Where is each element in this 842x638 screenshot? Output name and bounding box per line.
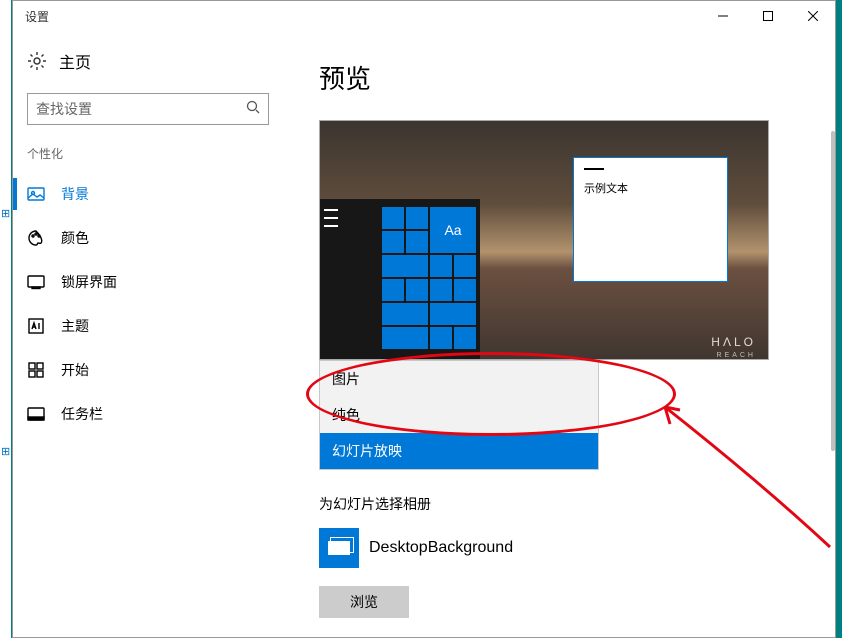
scrollbar[interactable] [821,31,835,637]
palette-icon [27,229,45,247]
taskbar-icon [27,405,45,423]
close-button[interactable] [790,1,835,31]
browse-button[interactable]: 浏览 [319,586,409,618]
search-field[interactable] [36,101,246,117]
album-name: DesktopBackground [369,539,513,557]
sidebar-item-label: 任务栏 [61,404,103,424]
sidebar: 主页 个性化 背景 颜色 [13,31,283,637]
sidebar-item-label: 主题 [61,316,89,336]
album-folder-icon [319,528,359,568]
picture-icon [27,185,45,203]
album-row[interactable]: DesktopBackground [319,522,769,574]
settings-window: 设置 主页 个性化 [12,0,836,638]
sidebar-item-taskbar[interactable]: 任务栏 [13,392,283,436]
background-type-dropdown[interactable]: 图片 纯色 幻灯片放映 [319,360,599,470]
gear-icon [27,51,47,71]
sidebar-item-lockscreen[interactable]: 锁屏界面 [13,260,283,304]
wallpaper-preview: Aa 示例文本 HΛLO REACH [319,120,769,360]
sidebar-item-label: 锁屏界面 [61,272,117,292]
maximize-button[interactable] [745,1,790,31]
sidebar-item-themes[interactable]: 主题 [13,304,283,348]
preview-sample-window: 示例文本 [573,157,728,282]
lockscreen-icon [27,273,45,291]
main-panel: 预览 Aa [283,31,835,637]
dropdown-option-picture[interactable]: 图片 [320,361,598,397]
start-icon [27,361,45,379]
preview-start-menu: Aa [320,199,480,359]
home-button[interactable]: 主页 [13,43,283,87]
home-label: 主页 [59,49,91,73]
sidebar-item-start[interactable]: 开始 [13,348,283,392]
preview-tile-aa: Aa [430,207,476,253]
page-heading: 预览 [319,59,799,96]
dropdown-option-solid[interactable]: 纯色 [320,397,598,433]
titlebar: 设置 [13,1,835,31]
sidebar-item-label: 背景 [61,184,89,204]
sidebar-item-label: 开始 [61,360,89,380]
window-title: 设置 [25,8,49,25]
themes-icon [27,317,45,335]
album-section-label: 为幻灯片选择相册 [319,494,799,514]
dropdown-option-slideshow[interactable]: 幻灯片放映 [320,433,598,469]
search-input[interactable] [27,93,269,125]
wallpaper-brand: HΛLO [711,335,756,349]
search-icon [246,100,260,119]
background-window-fragment: ⊞ ⊞ [0,0,12,638]
sidebar-item-label: 颜色 [61,228,89,248]
preview-sample-text: 示例文本 [584,180,717,196]
minimize-button[interactable] [700,1,745,31]
scrollbar-thumb[interactable] [831,131,835,451]
section-label: 个性化 [13,139,283,172]
sidebar-item-background[interactable]: 背景 [13,172,283,216]
wallpaper-brand-sub: REACH [716,352,756,359]
sidebar-item-colors[interactable]: 颜色 [13,216,283,260]
